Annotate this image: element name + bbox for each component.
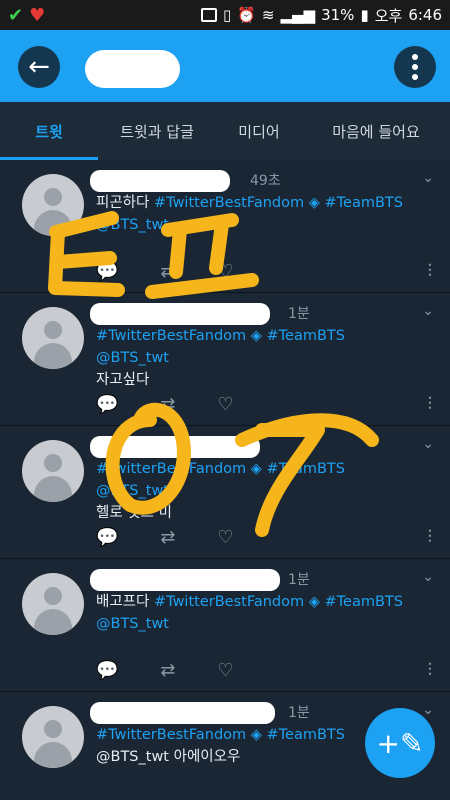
retweet-icon[interactable]: ⇄: [160, 660, 175, 681]
tweet-actions: 💬 ⇄ ♡ ⫶: [96, 394, 432, 415]
tweet-item[interactable]: 1분 ⌄ #TwitterBestFandom ◈ #TeamBTS @BTS_…: [0, 293, 450, 426]
redacted-name: [90, 303, 270, 325]
tweet-text: #TwitterBestFandom ◈ #TeamBTS @BTS_twt 헬로…: [96, 461, 345, 521]
retweet-icon[interactable]: ⇄: [160, 261, 175, 282]
tweet-feed[interactable]: 49초 ⌄ 피곤하다 #TwitterBestFandom ◈ #TeamBTS…: [0, 160, 450, 800]
reply-icon[interactable]: 💬: [96, 261, 118, 282]
profile-tabs: 트윗 트윗과 답글 미디어 마음에 들어요: [0, 102, 450, 160]
reply-icon[interactable]: 💬: [96, 660, 118, 681]
redacted-name: [90, 436, 260, 458]
avatar: [22, 573, 84, 635]
chevron-down-icon[interactable]: ⌄: [422, 436, 434, 452]
tweet-actions: 💬 ⇄ ♡ ⫶: [96, 660, 432, 681]
wifi-icon: ≋: [261, 6, 275, 24]
retweet-icon[interactable]: ⇄: [160, 527, 175, 548]
avatar: [22, 440, 84, 502]
battery-icon: ▮: [360, 6, 369, 24]
retweet-icon[interactable]: ⇄: [160, 394, 175, 415]
status-bar: ✔ ♥ ▯ ⏰ ≋ ▂▄▆ 31% ▮ 오후 6:46: [0, 0, 450, 30]
like-icon[interactable]: ♡: [217, 527, 233, 548]
chevron-down-icon[interactable]: ⌄: [422, 569, 434, 585]
chevron-down-icon[interactable]: ⌄: [422, 170, 434, 186]
screen-icon: [200, 8, 217, 22]
redacted-name: [90, 569, 280, 591]
reply-icon[interactable]: 💬: [96, 527, 118, 548]
profile-header: ←: [0, 30, 450, 102]
alarm-icon: ⏰: [237, 6, 256, 24]
tab-tweets[interactable]: 트윗: [0, 121, 98, 142]
tab-likes[interactable]: 마음에 들어요: [302, 121, 450, 142]
compose-feather-icon: +✎: [376, 726, 424, 760]
reply-icon[interactable]: 💬: [96, 394, 118, 415]
chevron-down-icon[interactable]: ⌄: [422, 702, 434, 718]
check-icon: ✔: [8, 4, 24, 26]
analytics-icon[interactable]: ⫶: [427, 261, 432, 282]
tab-media[interactable]: 미디어: [216, 121, 302, 142]
tab-tweets-replies[interactable]: 트윗과 답글: [98, 121, 216, 142]
ampm-text: 오후: [374, 6, 403, 25]
vibrate-icon: ▯: [222, 6, 232, 24]
tweet-item[interactable]: 49초 ⌄ 피곤하다 #TwitterBestFandom ◈ #TeamBTS…: [0, 160, 450, 293]
like-icon[interactable]: ♡: [217, 660, 233, 681]
tweet-time: 1분: [288, 705, 310, 721]
tweet-text: #TwitterBestFandom ◈ #TeamBTS @BTS_twt 자고…: [96, 328, 345, 388]
avatar: [22, 307, 84, 369]
heart-notification-icon: ♥: [29, 4, 46, 26]
tweet-item[interactable]: ⌄ #TwitterBestFandom ◈ #TeamBTS @BTS_twt…: [0, 426, 450, 559]
redacted-username: [85, 50, 180, 88]
redacted-name: [90, 702, 275, 724]
avatar: [22, 174, 84, 236]
redacted-name: [90, 170, 230, 192]
analytics-icon[interactable]: ⫶: [427, 660, 432, 681]
like-icon[interactable]: ♡: [217, 394, 233, 415]
tweet-time: 1분: [288, 306, 310, 322]
avatar: [22, 706, 84, 768]
tweet-text: 배고프다 #TwitterBestFandom ◈ #TeamBTS @BTS_t…: [96, 594, 403, 632]
clock-text: 6:46: [408, 6, 442, 24]
tweet-actions: 💬 ⇄ ♡ ⫶: [96, 261, 432, 282]
tweet-text: 피곤하다 #TwitterBestFandom ◈ #TeamBTS @BTS_t…: [96, 195, 403, 233]
battery-text: 31%: [321, 6, 355, 24]
tweet-actions: 💬 ⇄ ♡ ⫶: [96, 527, 432, 548]
analytics-icon[interactable]: ⫶: [427, 394, 432, 415]
compose-tweet-button[interactable]: +✎: [365, 708, 435, 778]
more-vertical-icon[interactable]: [394, 46, 436, 88]
signal-icon: ▂▄▆: [280, 6, 316, 24]
tweet-time: 1분: [288, 572, 310, 588]
tweet-item[interactable]: 1분 ⌄ 배고프다 #TwitterBestFandom ◈ #TeamBTS @…: [0, 559, 450, 692]
back-arrow-icon[interactable]: ←: [18, 46, 60, 88]
tweet-time: 49초: [250, 173, 281, 189]
analytics-icon[interactable]: ⫶: [427, 527, 432, 548]
chevron-down-icon[interactable]: ⌄: [422, 303, 434, 319]
like-icon[interactable]: ♡: [217, 261, 233, 282]
